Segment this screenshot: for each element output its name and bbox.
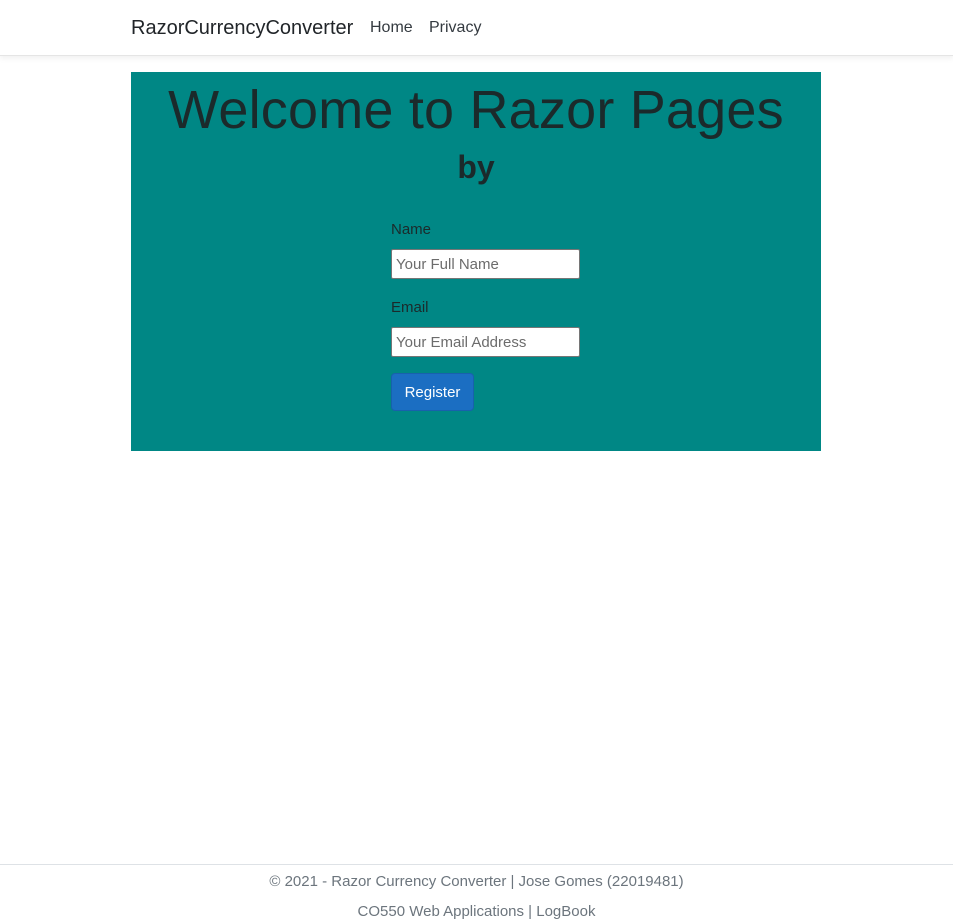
brand-link[interactable]: RazorCurrencyConverter	[131, 15, 353, 41]
top-navbar: RazorCurrencyConverter Home Privacy	[0, 0, 953, 56]
name-input[interactable]	[391, 249, 580, 279]
hero-panel: Welcome to Razor Pages by Name Email Reg…	[131, 72, 821, 451]
nav-link-privacy[interactable]: Privacy	[429, 17, 481, 39]
course-link[interactable]: CO550 Web Applications	[358, 903, 525, 920]
page-subtitle: by	[457, 149, 495, 185]
register-button[interactable]: Register	[391, 373, 474, 411]
footer-separator: |	[524, 903, 537, 920]
logbook-link[interactable]: LogBook	[536, 903, 595, 920]
footer-links: CO550 Web Applications | LogBook	[0, 902, 953, 922]
nav-link-home[interactable]: Home	[370, 17, 413, 39]
page-footer: © 2021 - Razor Currency Converter | Jose…	[0, 864, 953, 924]
email-input[interactable]	[391, 327, 580, 357]
email-label: Email	[391, 299, 429, 316]
name-label: Name	[391, 221, 432, 238]
footer-copyright: © 2021 - Razor Currency Converter | Jose…	[269, 873, 684, 890]
page-title: Welcome to Razor Pages	[168, 80, 784, 140]
